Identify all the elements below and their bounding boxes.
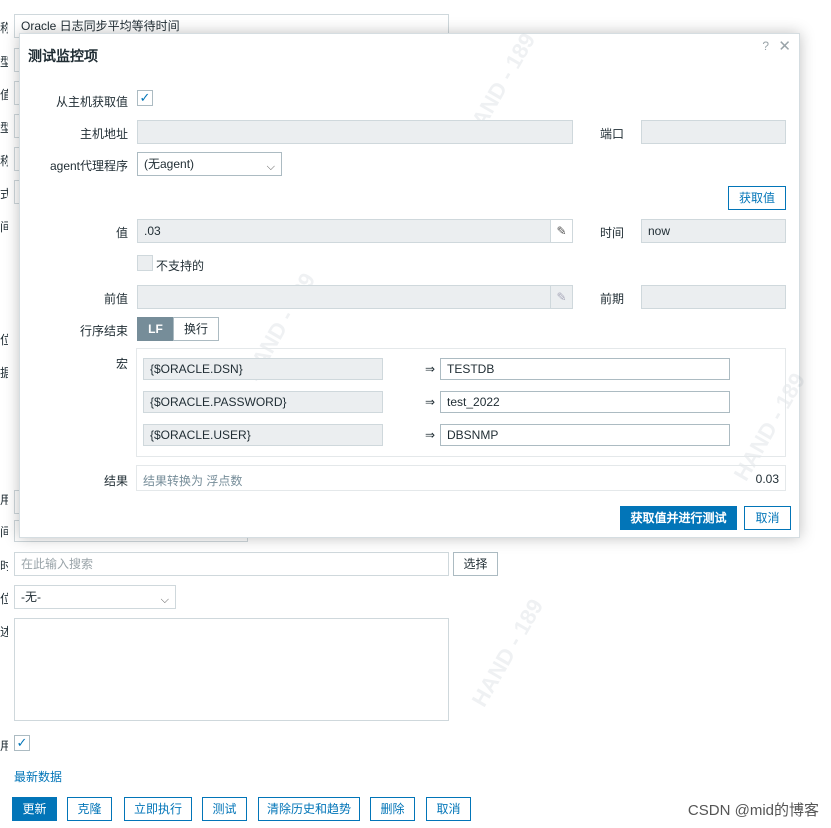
macro-value-input[interactable]: test_2022 [440,391,730,413]
watermark: HAND - 189 [466,594,549,711]
host-address-input[interactable] [137,120,573,144]
description-textarea[interactable] [14,618,449,721]
macro-name-input: {$ORACLE.PASSWORD} [143,391,383,413]
prev-value-input[interactable]: ✎ [137,285,573,309]
value-label: 值 [115,226,128,240]
host-address-label: 主机地址 [79,127,128,141]
side-label: 时 [0,559,8,573]
test-button[interactable]: 测试 [202,797,247,821]
close-icon[interactable]: ✕ [778,37,791,55]
macro-arrow: ⇒ [425,428,436,442]
result-value: 0.03 [755,472,779,486]
side-label: 用 [0,493,8,507]
dialog-cancel-button[interactable]: 取消 [744,506,791,530]
get-from-host-label: 从主机获取值 [55,95,128,109]
value-input[interactable]: .03 ✎ [137,219,573,243]
prev-value-label: 前值 [103,292,128,306]
macro-name-input: {$ORACLE.DSN} [143,358,383,380]
check-icon: ✓ [16,735,28,750]
select-button[interactable]: 选择 [453,552,498,576]
test-item-dialog: 测试监控项 ? ✕ HAND - 189 HAND - 189 HAND - 1… [19,29,810,538]
prev-time-label: 前期 [600,292,625,306]
dialog-title: 测试监控项 [28,48,98,64]
side-label: 值 [0,88,8,102]
macro-value-input[interactable]: DBSNMP [440,424,730,446]
clear-history-button[interactable]: 清除历史和趋势 [258,797,360,821]
prev-time-input[interactable] [641,285,786,309]
side-label: 型 [0,55,8,69]
side-label: 据 [0,366,8,380]
update-button[interactable]: 更新 [12,797,57,821]
edit-pencil-icon: ✎ [550,286,572,308]
select-value: -无- [21,590,41,604]
side-label: 型 [0,121,8,135]
get-value-button[interactable]: 获取值 [728,186,786,210]
time-label: 时间 [600,226,625,240]
execute-now-button[interactable]: 立即执行 [124,797,192,821]
side-label: 位 [0,333,8,347]
port-input[interactable] [641,120,786,144]
edit-pencil-icon[interactable]: ✎ [550,220,572,242]
result-text: 结果转换为 浮点数 [143,474,243,488]
help-icon[interactable]: ? [762,39,769,53]
macros-table: {$ORACLE.DSN} ⇒ TESTDB {$ORACLE.PASSWORD… [136,348,786,457]
search-input[interactable]: 在此输入搜索 [14,552,449,576]
eol-label: 行序结束 [79,324,128,338]
csdn-credit: CSDN @mid的博客 [687,802,819,819]
agent-proxy-select[interactable]: (无agent) ⌵ [137,152,282,176]
cancel-button[interactable]: 取消 [426,797,471,821]
side-label: 间 [0,525,8,539]
macro-arrow: ⇒ [425,362,436,376]
side-label: 述 [0,625,8,639]
side-label: 位 [0,592,8,606]
macro-value-input[interactable]: TESTDB [440,358,730,380]
side-label: 用 [0,739,8,753]
port-label: 端口 [600,127,625,141]
time-input[interactable]: now [641,219,786,243]
latest-data-link[interactable]: 最新数据 [14,768,62,785]
delete-button[interactable]: 删除 [370,797,415,821]
agent-proxy-value: (无agent) [144,157,195,171]
side-label: 称 [0,21,8,35]
macro-arrow: ⇒ [425,395,436,409]
result-label: 结果 [103,474,128,488]
value-map-select[interactable]: -无- ⌵ [14,585,176,609]
agent-proxy-label: agent代理程序 [49,159,128,173]
chevron-down-icon: ⌵ [160,594,169,606]
get-from-host-checkbox[interactable]: ✓ [137,90,153,106]
get-and-test-button[interactable]: 获取值并进行测试 [620,506,737,530]
not-supported-checkbox[interactable] [137,255,153,271]
side-label: 间 [0,220,8,234]
result-box: 结果转换为 浮点数 0.03 [136,465,786,491]
macro-name-input: {$ORACLE.USER} [143,424,383,446]
side-label: 称 [0,154,8,168]
side-label: 式 [0,187,8,201]
clone-button[interactable]: 克隆 [67,797,112,821]
enabled-checkbox[interactable]: ✓ [14,735,30,751]
not-supported-label: 不支持的 [156,259,205,273]
value-text: .03 [144,224,161,238]
check-icon: ✓ [139,90,151,105]
eol-crlf-option[interactable]: 换行 [173,317,219,341]
chevron-down-icon: ⌵ [266,161,275,173]
macros-label: 宏 [115,357,128,371]
eol-lf-option[interactable]: LF [137,317,174,341]
